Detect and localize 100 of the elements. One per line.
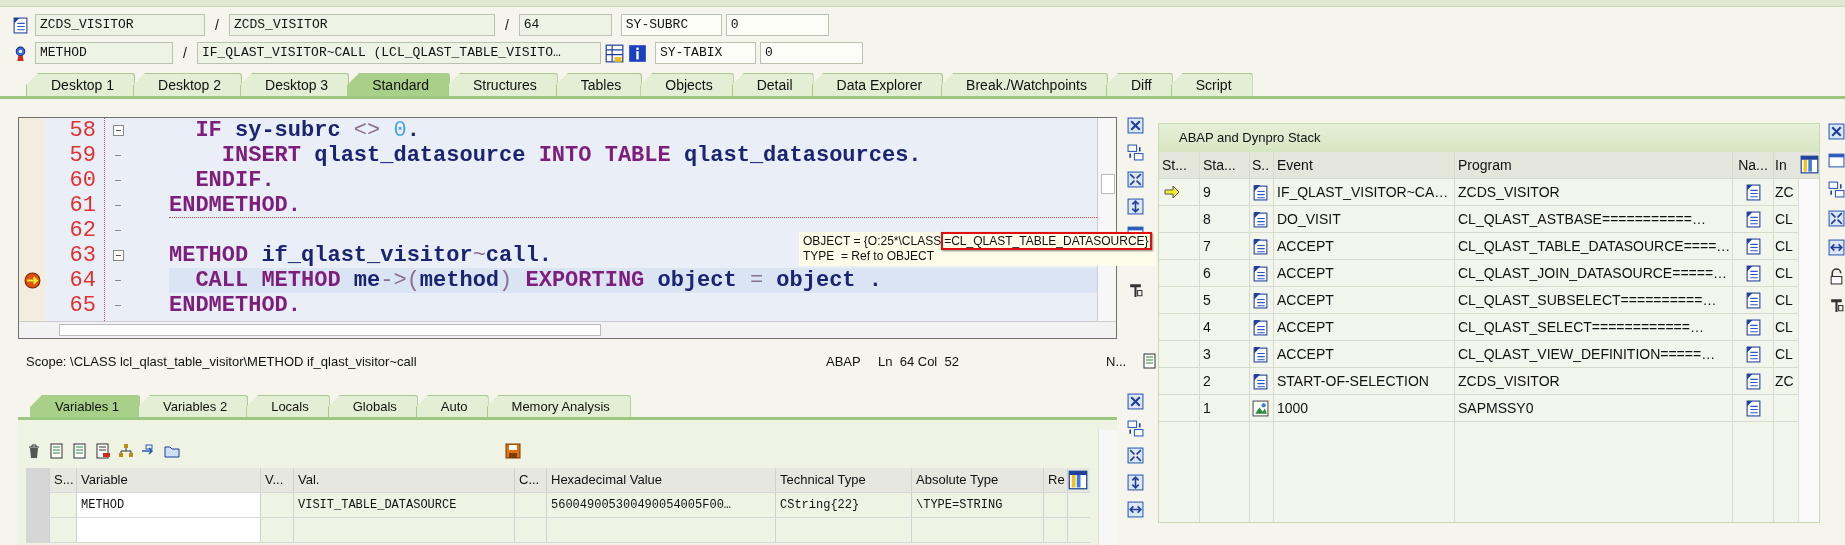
swap-icon[interactable] <box>1127 420 1144 437</box>
column-header[interactable]: Variable <box>77 468 261 492</box>
table-cell: 8 <box>1200 206 1250 232</box>
vertical-scrollbar[interactable] <box>1098 430 1117 545</box>
system-field-name: SY-TABIX <box>654 42 756 64</box>
column-header[interactable]: Na... <box>1733 152 1774 178</box>
tab[interactable]: Detail <box>731 73 814 96</box>
column-header[interactable]: Re <box>1044 468 1068 492</box>
note-icon[interactable] <box>1142 353 1158 369</box>
cursor-position: Ln 64 Col 52 <box>878 353 960 369</box>
table-cell: DO_VISIT <box>1274 206 1455 232</box>
document-icon <box>12 16 29 34</box>
table-cell: 4 <box>1200 314 1250 340</box>
table-cell: ACCEPT <box>1274 314 1455 340</box>
tab[interactable]: Desktop 3 <box>240 73 350 96</box>
table-cell: ACCEPT <box>1274 233 1455 259</box>
column-header[interactable]: Program <box>1455 152 1733 178</box>
collapse-toggle[interactable] <box>112 250 124 261</box>
table-cell: 2 <box>1200 368 1250 394</box>
save-icon[interactable] <box>505 443 521 459</box>
list-icon[interactable] <box>95 443 111 459</box>
column-header[interactable]: In <box>1774 152 1798 178</box>
column-header[interactable]: Hexadecimal Value <box>547 468 776 492</box>
list-icon[interactable] <box>72 443 88 459</box>
close-icon[interactable] <box>1828 123 1845 140</box>
table-icon[interactable] <box>604 43 624 63</box>
table-cell-text: ZC <box>1774 372 1795 391</box>
column-settings-icon[interactable] <box>1800 155 1819 174</box>
tab[interactable]: Variables 2 <box>138 395 249 417</box>
horizontal-scrollbar[interactable] <box>19 321 1116 338</box>
column-settings-icon[interactable] <box>1068 470 1088 490</box>
column-header[interactable]: Technical Type <box>776 468 912 492</box>
tool-icon[interactable] <box>1127 282 1144 299</box>
list-icon[interactable] <box>49 443 65 459</box>
vertical-scrollbar[interactable] <box>1798 179 1819 522</box>
column-header[interactable]: C... <box>515 468 547 492</box>
code-line: ENDMETHOD. <box>169 293 302 318</box>
lock-icon[interactable] <box>1828 268 1845 285</box>
window-icon[interactable] <box>1828 152 1845 169</box>
display-field: ZCDS_VISITOR <box>228 14 495 36</box>
code-line: ENDMETHOD. <box>169 193 302 218</box>
maximize-icon[interactable] <box>1127 171 1144 188</box>
tab[interactable]: Desktop 2 <box>133 73 243 96</box>
column-header[interactable]: Sta... <box>1200 152 1250 178</box>
tab[interactable]: Script <box>1170 73 1253 96</box>
tooltip-text: TYPE = Ref to OBJECT <box>803 249 936 264</box>
swap-icon[interactable] <box>1828 181 1845 198</box>
column-header[interactable]: Event <box>1274 152 1455 178</box>
info-icon[interactable] <box>627 43 647 63</box>
line-number: 63 <box>69 243 96 268</box>
resize-icon[interactable] <box>1828 239 1845 256</box>
column-header[interactable]: St... <box>1159 152 1200 178</box>
tab[interactable]: Auto <box>415 395 489 417</box>
swap-icon[interactable] <box>1127 144 1144 161</box>
system-field-value: 0 <box>759 42 863 64</box>
table-cell: SAPMSSY0 <box>1455 395 1733 421</box>
display-field: 64 <box>518 14 612 36</box>
code-line: INSERT qlast_datasource INTO TABLE qlast_datasources. <box>220 143 922 168</box>
table-cell-text: CL <box>1774 318 1794 337</box>
tab[interactable]: Desktop 1 <box>26 73 136 96</box>
tab[interactable]: Variables 1 <box>30 395 141 417</box>
line-number: 60 <box>69 168 96 193</box>
column-header[interactable]: Val. <box>294 468 515 492</box>
table-cell: ACCEPT <box>1274 260 1455 286</box>
collapse-toggle[interactable] <box>112 125 124 136</box>
close-icon[interactable] <box>1127 393 1144 410</box>
tab[interactable]: Memory Analysis <box>486 395 631 417</box>
code-line: CALL METHOD me->(method) EXPORTING object = object . <box>194 268 882 293</box>
tab[interactable]: Diff <box>1106 73 1173 96</box>
tab[interactable]: Break./Watchpoints <box>941 73 1108 96</box>
column-header[interactable]: V... <box>261 468 294 492</box>
tab[interactable]: Globals <box>327 395 418 417</box>
split-icon[interactable] <box>1127 474 1144 491</box>
column-header[interactable]: Absolute Type <box>912 468 1044 492</box>
tab[interactable]: Data Explorer <box>811 73 944 96</box>
tab[interactable]: Structures <box>447 73 558 96</box>
close-icon[interactable] <box>1127 117 1144 134</box>
tool-icon[interactable] <box>1828 297 1845 314</box>
split-icon[interactable] <box>1127 198 1144 215</box>
maximize-icon[interactable] <box>1828 210 1845 227</box>
tab[interactable]: Standard <box>347 73 450 96</box>
table-cell-text: CL <box>1774 291 1794 310</box>
line-number: 65 <box>69 293 96 318</box>
display-field: IF_QLAST_VISITOR~CALL (LCL_QLAST_TABLE_VISITO… <box>196 42 601 64</box>
table-cell: CL_QLAST_SUBSELECT==========… <box>1455 287 1733 313</box>
column-header[interactable]: S.. <box>1250 152 1274 178</box>
line-number: 61 <box>69 193 96 218</box>
delete-icon[interactable] <box>26 443 42 459</box>
resize-icon[interactable] <box>1127 501 1144 518</box>
column-header[interactable]: S... <box>50 468 77 492</box>
maximize-icon[interactable] <box>1127 447 1144 464</box>
tab[interactable]: Tables <box>555 73 643 96</box>
tab[interactable]: Objects <box>640 73 734 96</box>
table-cell: 9 <box>1200 179 1250 205</box>
table-cell-text: CL <box>1774 264 1794 283</box>
hierarchy-icon[interactable] <box>118 443 134 459</box>
table-cell: IF_QLAST_VISITOR~CA… <box>1274 179 1455 205</box>
folder-icon[interactable] <box>164 443 180 459</box>
tab[interactable]: Locals <box>246 395 330 417</box>
code-line: ENDIF. <box>194 168 275 193</box>
